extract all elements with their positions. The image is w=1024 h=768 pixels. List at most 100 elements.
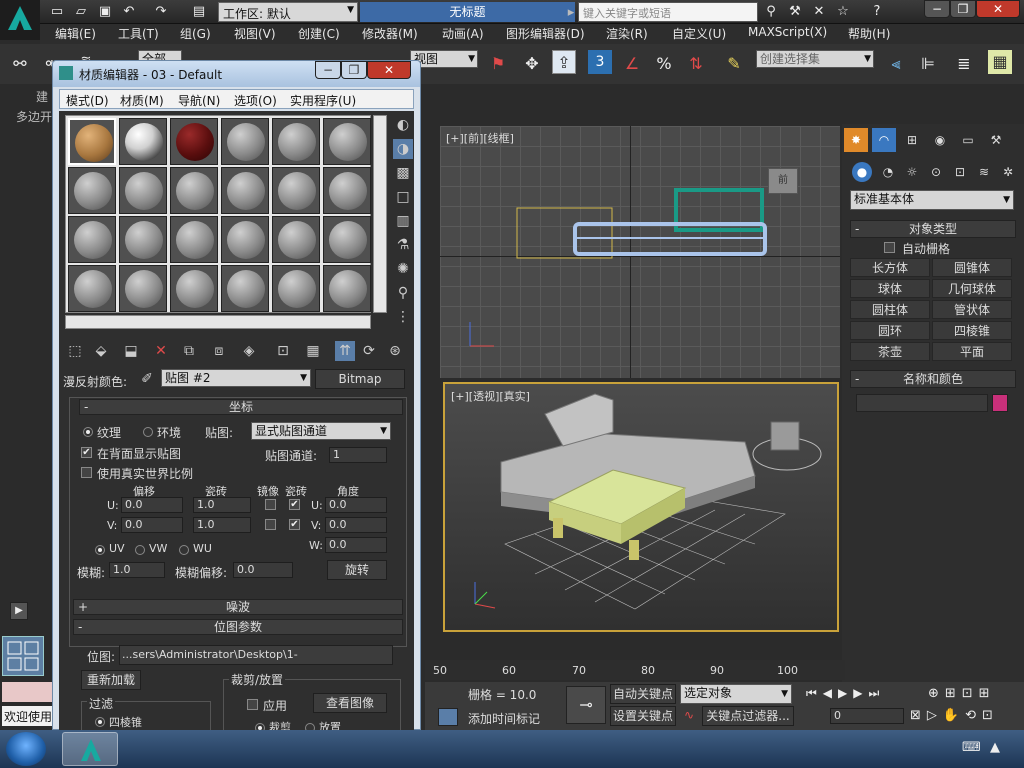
open-file-icon[interactable]: ▱ xyxy=(72,3,90,21)
start-button[interactable] xyxy=(6,732,46,766)
v-tile-checkbox[interactable]: ✔ xyxy=(289,519,300,530)
key-filters-button[interactable]: 关键点过滤器... xyxy=(702,706,794,726)
subscription-icon[interactable]: ⚒ xyxy=(786,3,804,21)
percent-snap-icon[interactable]: % xyxy=(652,52,676,76)
v-offset-spinner[interactable]: 0.0 xyxy=(121,517,183,533)
keyboard-icon[interactable]: ⌨ xyxy=(962,740,981,755)
bitmap-path-button[interactable]: ...sers\Administrator\Desktop\1-11102000… xyxy=(119,645,393,665)
snap-toggle-icon[interactable]: 3 xyxy=(588,50,612,74)
sample-slot[interactable] xyxy=(68,167,116,214)
show-map-on-back-checkbox[interactable]: ✔ xyxy=(81,447,92,458)
sample-slot[interactable] xyxy=(119,167,167,214)
sample-slot[interactable] xyxy=(119,216,167,263)
ribbon-tab[interactable]: 建 xyxy=(36,88,48,105)
me-minimize-button[interactable]: − xyxy=(315,61,341,79)
select-link-icon[interactable]: ⚯ xyxy=(8,52,32,76)
pivot-icon[interactable]: ⚑ xyxy=(486,52,510,76)
rotate-button[interactable]: 旋转 xyxy=(327,560,387,580)
viewport-layout-icon[interactable] xyxy=(2,636,44,676)
menu-animation[interactable]: 动画(A) xyxy=(442,25,484,42)
show-end-result-icon[interactable]: ▦ xyxy=(303,341,323,361)
material-id-icon[interactable]: ◈ xyxy=(239,341,259,361)
helpers-icon[interactable]: ⊡ xyxy=(950,162,970,182)
put-to-library-icon[interactable]: ⧈ xyxy=(209,341,229,361)
object-category-dropdown[interactable]: 标准基本体 ▼ xyxy=(850,190,1014,210)
play-arrow-icon[interactable]: ▶ xyxy=(10,602,28,620)
sample-type-icon[interactable]: ◐ xyxy=(393,115,413,135)
ribbon-polygon-tab[interactable]: 多边开 xyxy=(16,108,52,125)
go-forward-sibling-icon[interactable]: ⟳ xyxy=(359,341,379,361)
layer-manager-icon[interactable]: ≣ xyxy=(952,52,976,76)
environ-radio[interactable] xyxy=(143,427,153,437)
reset-map-icon[interactable]: ✕ xyxy=(151,341,171,361)
rollout-object-type[interactable]: - 对象类型 xyxy=(850,220,1016,238)
noise-header[interactable]: + 噪波 xyxy=(73,599,403,615)
sample-slot[interactable] xyxy=(170,216,218,263)
material-editor-titlebar[interactable]: 材质编辑器 - 03 - Default − ❐ ✕ xyxy=(53,61,420,87)
menu-graph-editors[interactable]: 图形编辑器(D) xyxy=(506,25,585,42)
favorites-star-icon[interactable]: ☆ xyxy=(834,3,852,21)
eyedropper-icon[interactable]: ✐ xyxy=(137,369,157,389)
u-tiling-spinner[interactable]: 1.0 xyxy=(193,497,251,513)
v-tiling-spinner[interactable]: 1.0 xyxy=(193,517,251,533)
cylinder-button[interactable]: 圆柱体 xyxy=(850,300,930,319)
sphere-button[interactable]: 球体 xyxy=(850,279,930,298)
make-preview-icon[interactable]: ⚗ xyxy=(393,235,413,255)
new-file-icon[interactable]: ▭ xyxy=(48,3,66,21)
background-icon[interactable]: ▩ xyxy=(393,163,413,183)
add-time-tag-label[interactable]: 添加时间标记 xyxy=(468,710,540,727)
coordinates-header[interactable]: - 坐标 xyxy=(79,399,403,415)
show-in-viewport-icon[interactable]: ⊡ xyxy=(273,341,293,361)
maxscript-listener-mini[interactable] xyxy=(2,682,52,702)
align-icon[interactable]: ⊫ xyxy=(916,52,940,76)
view-cube[interactable]: 前 xyxy=(768,168,798,194)
box-button[interactable]: 长方体 xyxy=(850,258,930,277)
reload-button[interactable]: 重新加载 xyxy=(81,670,141,690)
sample-slot[interactable] xyxy=(170,118,218,165)
mapping-dropdown[interactable]: 显式贴图通道 ▼ xyxy=(251,422,391,440)
app-logo-button[interactable] xyxy=(0,0,40,40)
rollout-name-color[interactable]: - 名称和颜色 xyxy=(850,370,1016,388)
viewport-front[interactable]: [+][前][线框] 前 xyxy=(440,126,840,378)
pyramidal-radio[interactable] xyxy=(95,717,105,727)
menu-help[interactable]: 帮助(H) xyxy=(848,25,890,42)
viewport-nav-icons-2[interactable]: ⊠▷✋⟲⊡ xyxy=(910,708,999,723)
menu-create[interactable]: 创建(C) xyxy=(298,25,340,42)
teapot-button[interactable]: 茶壶 xyxy=(850,342,930,361)
tray-arrow-icon[interactable]: ▲ xyxy=(990,740,1000,755)
u-mirror-checkbox[interactable] xyxy=(265,499,276,510)
map-name-dropdown[interactable]: 贴图 #2 ▼ xyxy=(161,369,311,387)
wu-radio[interactable] xyxy=(179,545,189,555)
u-offset-spinner[interactable]: 0.0 xyxy=(121,497,183,513)
menu-maxscript[interactable]: MAXScript(X) xyxy=(748,25,827,39)
keyboard-shortcut-icon[interactable]: ⇪ xyxy=(552,50,576,74)
apply-checkbox[interactable] xyxy=(247,699,258,710)
create-tab-icon[interactable]: ✸ xyxy=(844,128,868,152)
close-button[interactable]: ✕ xyxy=(976,0,1020,18)
sample-slot[interactable] xyxy=(272,118,320,165)
key-selection-dropdown[interactable]: 选定对象 ▼ xyxy=(680,684,792,704)
geometry-icon[interactable]: ● xyxy=(852,162,872,182)
me-menu-mode[interactable]: 模式(D) xyxy=(66,92,109,109)
graphite-toolbar-icon[interactable]: ▦ xyxy=(988,50,1012,74)
sample-slot[interactable] xyxy=(323,265,371,312)
menu-rendering[interactable]: 渲染(R) xyxy=(606,25,648,42)
communication-icon[interactable]: ✕ xyxy=(810,3,828,21)
view-image-button[interactable]: 查看图像 xyxy=(313,693,387,713)
hierarchy-tab-icon[interactable]: ⊞ xyxy=(900,128,924,152)
viewport-nav-icons[interactable]: ⊕⊞⊡⊞ xyxy=(928,686,996,701)
texture-radio[interactable] xyxy=(83,427,93,437)
w-angle-spinner[interactable]: 0.0 xyxy=(325,537,387,553)
shapes-icon[interactable]: ◔ xyxy=(878,162,898,182)
object-color-swatch[interactable] xyxy=(992,394,1008,412)
spacewarps-icon[interactable]: ≋ xyxy=(974,162,994,182)
u-tile-checkbox[interactable]: ✔ xyxy=(289,499,300,510)
me-menu-navigation[interactable]: 导航(N) xyxy=(178,92,220,109)
vw-radio[interactable] xyxy=(135,545,145,555)
auto-grid-checkbox[interactable] xyxy=(884,242,895,253)
uv-radio[interactable] xyxy=(95,545,105,555)
help-icon[interactable]: ? xyxy=(868,3,886,21)
tube-button[interactable]: 管状体 xyxy=(932,300,1012,319)
redo-icon[interactable]: ↷ xyxy=(152,3,170,21)
sample-slot[interactable] xyxy=(272,265,320,312)
